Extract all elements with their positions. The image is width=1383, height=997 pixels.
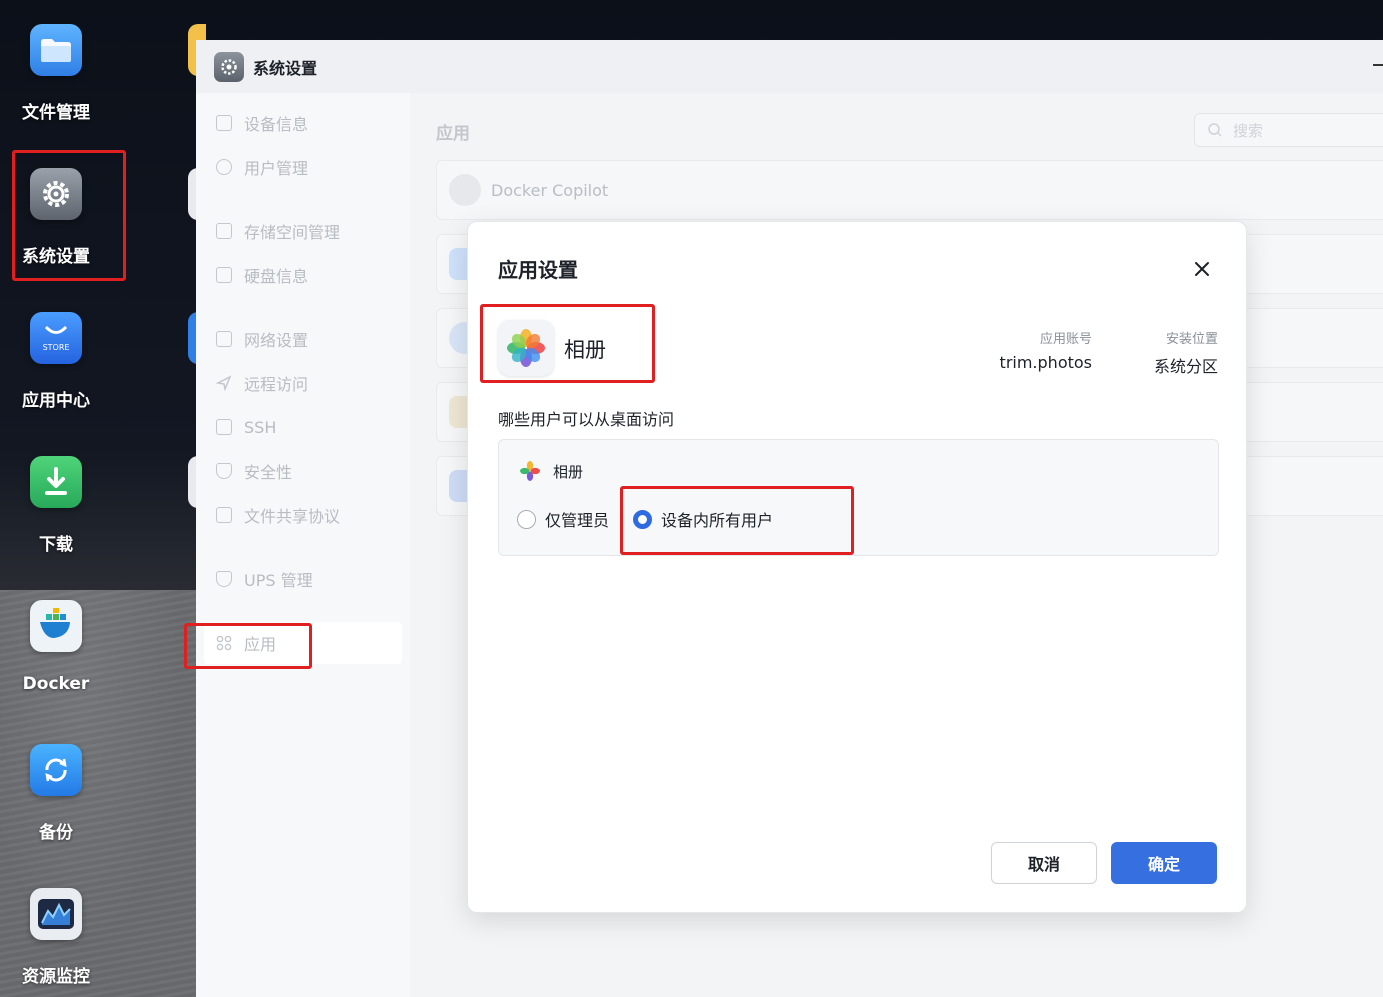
app-name: 相册 <box>564 338 606 362</box>
app-account-label: 应用账号 <box>1039 332 1092 347</box>
search-input[interactable]: 搜索 <box>1194 113 1383 147</box>
sidebar-item-label: 存储空间管理 <box>244 223 341 242</box>
sidebar-item-label: 硬盘信息 <box>244 267 309 286</box>
desktop-icon-label: 文件管理 <box>22 103 90 123</box>
install-location: 安装位置 系统分区 <box>1128 328 1218 377</box>
sidebar-item-storage[interactable]: 存储空间管理 <box>216 217 340 245</box>
photos-app-icon <box>498 320 554 376</box>
sidebar-item-network[interactable]: 网络设置 <box>216 325 308 353</box>
sidebar-item-label: 远程访问 <box>244 375 309 394</box>
desktop-icon-label: Docker <box>22 674 90 694</box>
access-panel: 相册 仅管理员 设备内所有用户 <box>498 439 1219 556</box>
sidebar-item-label: 网络设置 <box>244 331 309 350</box>
sidebar-item-label: UPS 管理 <box>244 571 313 590</box>
sidebar-item-label: 应用 <box>244 635 277 654</box>
sidebar-item-device-info[interactable]: 设备信息 <box>216 109 308 137</box>
app-account-value: trim.photos <box>999 353 1092 372</box>
app-row[interactable]: Docker Copilot <box>436 160 1383 220</box>
app-account: 应用账号 trim.photos <box>988 328 1092 372</box>
search-placeholder: 搜索 <box>1233 121 1264 140</box>
sidebar-item-ups[interactable]: UPS 管理 <box>216 565 313 593</box>
gear-icon <box>30 168 82 220</box>
desktop-icon-resource-monitor[interactable]: 资源监控 <box>0 888 112 987</box>
search-icon <box>1208 123 1222 137</box>
svg-text:STORE: STORE <box>43 343 70 352</box>
sidebar-item-label: SSH <box>244 417 277 437</box>
store-icon: STORE <box>30 312 82 364</box>
apps-icon <box>216 635 232 651</box>
ups-icon <box>216 571 232 587</box>
folder-icon <box>30 24 82 76</box>
settings-sidebar: 设备信息 用户管理 存储空间管理 硬盘信息 网络设置 远程访问 SSH 安全性 … <box>196 93 410 997</box>
radio-circle-selected <box>633 509 652 529</box>
sidebar-item-label: 设备信息 <box>244 115 309 134</box>
desktop-icon-label: 资源监控 <box>22 967 90 987</box>
network-icon <box>216 331 232 347</box>
desktop-icon-label: 系统设置 <box>22 247 90 267</box>
sidebar-item-remote-access[interactable]: 远程访问 <box>215 369 309 397</box>
panel-app-name: 相册 <box>553 462 584 481</box>
desktop-icon-label: 应用中心 <box>22 391 90 411</box>
desktop-icon-app-center[interactable]: STORE 应用中心 <box>0 312 112 411</box>
ssh-icon <box>216 419 232 435</box>
sidebar-item-file-sharing[interactable]: 文件共享协议 <box>216 501 340 529</box>
install-location-label: 安装位置 <box>1165 332 1218 347</box>
minimize-button[interactable] <box>1373 64 1383 66</box>
file-share-icon <box>216 507 232 523</box>
radio-label: 仅管理员 <box>545 511 610 530</box>
desktop-icon-label: 备份 <box>39 823 73 843</box>
close-button[interactable] <box>1188 255 1216 283</box>
window-title: 系统设置 <box>253 58 318 78</box>
sidebar-item-apps[interactable]: 应用 <box>204 622 402 664</box>
desktop-icon-docker[interactable]: Docker <box>0 600 112 694</box>
desktop-icon-backup[interactable]: 备份 <box>0 744 112 843</box>
desktop-icon-file-manager[interactable]: 文件管理 <box>0 24 112 123</box>
cancel-button[interactable]: 取消 <box>991 842 1097 884</box>
storage-icon <box>216 223 232 239</box>
radio-label: 设备内所有用户 <box>661 511 774 530</box>
radio-admin-only[interactable]: 仅管理员 <box>517 507 609 531</box>
window-titlebar: 系统设置 <box>196 40 1383 93</box>
sidebar-item-security[interactable]: 安全性 <box>216 457 292 485</box>
content-heading: 应用 <box>436 124 470 144</box>
panel-app-header: 相册 <box>519 460 583 482</box>
monitor-chart-icon <box>30 888 82 940</box>
download-icon <box>30 456 82 508</box>
app-settings-dialog: 应用设置 相册 应用账号 trim.photos 安装位置 系统分区 哪些用户可… <box>467 221 1247 913</box>
access-question: 哪些用户可以从桌面访问 <box>498 410 675 429</box>
sidebar-item-label: 安全性 <box>244 463 293 482</box>
install-location-value: 系统分区 <box>1153 357 1218 376</box>
desktop-icon-label: 下载 <box>39 535 73 555</box>
radio-circle <box>517 509 536 529</box>
sidebar-item-disk-info[interactable]: 硬盘信息 <box>216 261 308 289</box>
photos-app-icon <box>520 461 540 481</box>
backup-sync-icon <box>30 744 82 796</box>
sidebar-item-label: 用户管理 <box>244 159 309 178</box>
remote-icon <box>215 375 232 392</box>
user-icon <box>216 159 232 175</box>
shield-icon <box>216 463 232 479</box>
sidebar-item-user-management[interactable]: 用户管理 <box>216 153 308 181</box>
close-icon <box>1195 262 1209 276</box>
docker-whale-icon <box>30 600 82 652</box>
gear-icon <box>214 51 244 82</box>
confirm-button[interactable]: 确定 <box>1111 842 1217 884</box>
app-row-name: Docker Copilot <box>491 180 609 200</box>
sidebar-item-ssh[interactable]: SSH <box>216 413 276 441</box>
docker-copilot-icon <box>449 174 481 206</box>
desktop-icon-download[interactable]: 下载 <box>0 456 112 555</box>
disk-icon <box>216 267 232 283</box>
device-icon <box>216 115 232 131</box>
desktop-icon-system-settings[interactable]: 系统设置 <box>0 168 112 267</box>
radio-all-users[interactable]: 设备内所有用户 <box>633 507 773 531</box>
sidebar-item-label: 文件共享协议 <box>244 507 341 526</box>
dialog-title: 应用设置 <box>498 258 578 282</box>
